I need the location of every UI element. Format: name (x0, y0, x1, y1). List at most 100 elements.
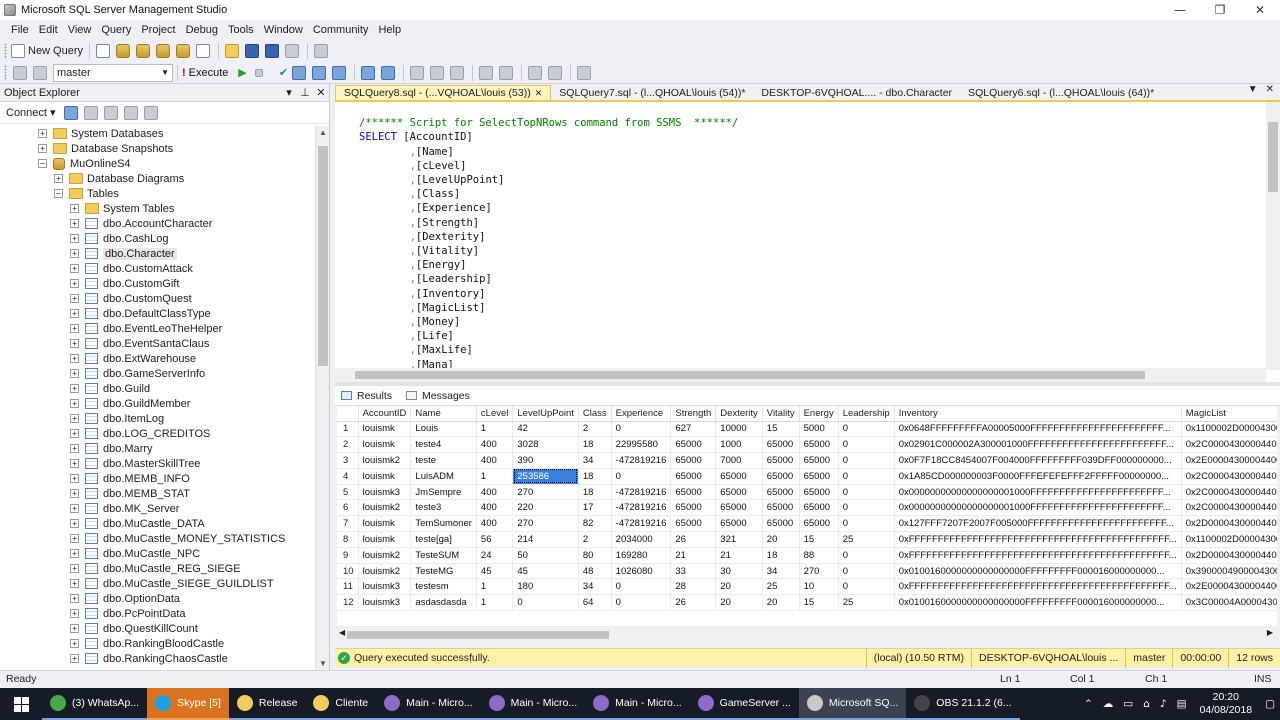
tree-node-folder[interactable]: + System Tables (0, 201, 316, 216)
tree-node-table[interactable]: + dbo.RankingBloodCastle (0, 636, 316, 651)
table-cell[interactable]: 65000 (762, 452, 800, 469)
table-cell[interactable]: teste[ga] (410, 531, 477, 548)
table-cell[interactable]: 0 (512, 594, 579, 612)
menu-window[interactable]: Window (259, 24, 308, 36)
column-header[interactable]: Class (578, 406, 612, 422)
table-cell[interactable]: 270 (512, 515, 579, 533)
tree-node-table[interactable]: + dbo.EventLeoTheHelper (0, 321, 316, 336)
table-cell[interactable]: 0 (838, 436, 895, 454)
table-cell[interactable]: 0x2C00004300004400 (1181, 499, 1277, 517)
table-cell[interactable]: 0x3C00004A00004300 (1181, 594, 1277, 612)
table-cell[interactable]: 82 (578, 515, 612, 533)
table-row[interactable]: 1 louismk Louis 1 42 2 0 627 10000 15 5000 0 0x0648F… (337, 421, 1277, 438)
column-header[interactable]: MagicList (1181, 406, 1277, 422)
expand-icon[interactable]: + (70, 474, 79, 483)
table-cell[interactable]: 400 (476, 436, 514, 454)
uncomment-button[interactable] (497, 64, 515, 82)
open-file-button[interactable] (223, 42, 241, 60)
filter-icon[interactable] (123, 105, 138, 120)
table-cell[interactable]: 65000 (670, 468, 717, 485)
network-icon[interactable]: ⌂ (1143, 698, 1150, 710)
table-row[interactable]: 11 louismk3 testesm 1 180 34 0 28 20 25 10 0 0xFFFFF… (337, 578, 1277, 596)
table-cell[interactable]: 0 (838, 515, 895, 533)
column-header[interactable]: AccountID (358, 406, 412, 422)
table-cell[interactable]: JmSempre (410, 484, 477, 501)
xmla-query-button[interactable] (174, 42, 192, 60)
taskbar-app[interactable]: Main - Micro... (585, 688, 690, 720)
table-cell[interactable]: 400 (476, 452, 514, 469)
expand-icon[interactable]: + (70, 624, 79, 633)
taskbar-app[interactable]: Main - Micro... (480, 688, 586, 720)
table-cell[interactable]: 0 (611, 594, 672, 612)
table-cell[interactable]: 1026080 (611, 563, 672, 580)
row-number[interactable]: 2 (337, 436, 359, 454)
table-cell[interactable]: louismk (358, 421, 412, 438)
cancel-query-button[interactable] (250, 64, 268, 82)
table-cell[interactable]: 25 (762, 578, 800, 596)
tree-node-table[interactable]: + dbo.GameServerInfo (0, 366, 316, 381)
table-cell[interactable]: 21 (670, 547, 717, 564)
table-cell[interactable]: Louis (410, 421, 477, 438)
table-cell[interactable]: 88 (799, 547, 839, 564)
table-cell[interactable]: TesteSUM (410, 547, 477, 564)
table-cell[interactable]: 17 (578, 499, 612, 517)
tree-node-table[interactable]: + dbo.MuCastle_REG_SIEGE (0, 561, 316, 576)
results-to-text-button[interactable] (408, 64, 426, 82)
table-cell[interactable]: 65000 (670, 452, 717, 469)
table-cell[interactable]: 220 (512, 499, 579, 517)
start-button[interactable] (0, 688, 42, 720)
column-header[interactable]: Vitality (762, 406, 800, 422)
tree-node-table[interactable]: + dbo.AccountCharacter (0, 216, 316, 231)
table-cell[interactable]: louismk3 (358, 594, 412, 612)
notifications-icon[interactable]: ▢ (1265, 698, 1275, 710)
expand-icon[interactable]: + (70, 249, 79, 258)
expand-icon[interactable]: + (70, 399, 79, 408)
table-cell[interactable]: testesm (410, 578, 477, 596)
tree-node-table[interactable]: + dbo.ItemLog (0, 411, 316, 426)
debug-button[interactable]: ▶ (230, 64, 248, 82)
table-cell[interactable]: 0x2C00004300004400 (1181, 468, 1277, 485)
tree-node-table[interactable]: + dbo.GuildMember (0, 396, 316, 411)
table-cell[interactable]: 65000 (799, 468, 839, 485)
table-cell[interactable]: 65000 (799, 499, 839, 517)
table-cell[interactable]: 7000 (715, 452, 763, 469)
table-cell[interactable]: 1 (476, 594, 514, 612)
table-cell[interactable]: 1 (476, 578, 514, 596)
tree-node-folder[interactable]: − MuOnlineS4 (0, 156, 316, 171)
table-cell[interactable]: 42 (512, 421, 579, 438)
table-cell[interactable]: 0x2D00004300004400 (1181, 515, 1277, 533)
tree-node-table[interactable]: + dbo.QuestKillCount (0, 621, 316, 636)
tree-node-folder[interactable]: + System Databases (0, 126, 316, 141)
mdx-query-button[interactable] (154, 42, 172, 60)
table-cell[interactable]: LuisADM (410, 468, 477, 485)
table-row[interactable]: 4 louismk LuisADM 1 253586 18 0 65000 65000 65000… (337, 468, 1277, 485)
table-cell[interactable]: 20 (762, 531, 800, 548)
expand-icon[interactable]: + (70, 204, 79, 213)
increase-indent-button[interactable] (546, 64, 564, 82)
table-cell[interactable]: 0x1100002D00004300 (1181, 531, 1277, 548)
scrollbar-thumb[interactable] (318, 146, 328, 366)
tree-node-table[interactable]: + dbo.MasterSkillTree (0, 456, 316, 471)
table-cell[interactable]: louismk3 (358, 484, 412, 501)
table-cell[interactable]: 5000 (799, 421, 839, 438)
table-cell[interactable]: 25 (838, 531, 895, 548)
row-number[interactable]: 10 (337, 563, 359, 580)
stop-icon[interactable] (103, 105, 118, 120)
collapse-icon[interactable]: − (38, 159, 47, 168)
tab-close-icon[interactable]: ✕ (535, 88, 543, 99)
expand-icon[interactable]: + (70, 534, 79, 543)
table-cell[interactable]: 0x2E00004300004400 (1181, 578, 1277, 596)
table-cell[interactable]: 65000 (799, 436, 839, 454)
table-cell[interactable]: 65000 (799, 452, 839, 469)
table-cell[interactable]: 0 (838, 421, 895, 438)
table-cell[interactable]: 33 (670, 563, 717, 580)
row-number[interactable]: 5 (337, 484, 359, 501)
table-cell[interactable]: 0 (838, 484, 895, 501)
tree-node-folder[interactable]: − Tables (0, 186, 316, 201)
table-cell[interactable]: 25 (838, 594, 895, 612)
panel-dropdown-icon[interactable]: ▾ (281, 86, 297, 99)
taskbar-app[interactable]: (3) WhatsAp... (42, 688, 148, 720)
taskbar-app[interactable]: Microsoft SQ... (798, 688, 907, 720)
table-cell[interactable]: 80 (578, 547, 612, 564)
sql-editor[interactable]: /****** Script for SelectTopNRows comman… (335, 100, 1280, 382)
